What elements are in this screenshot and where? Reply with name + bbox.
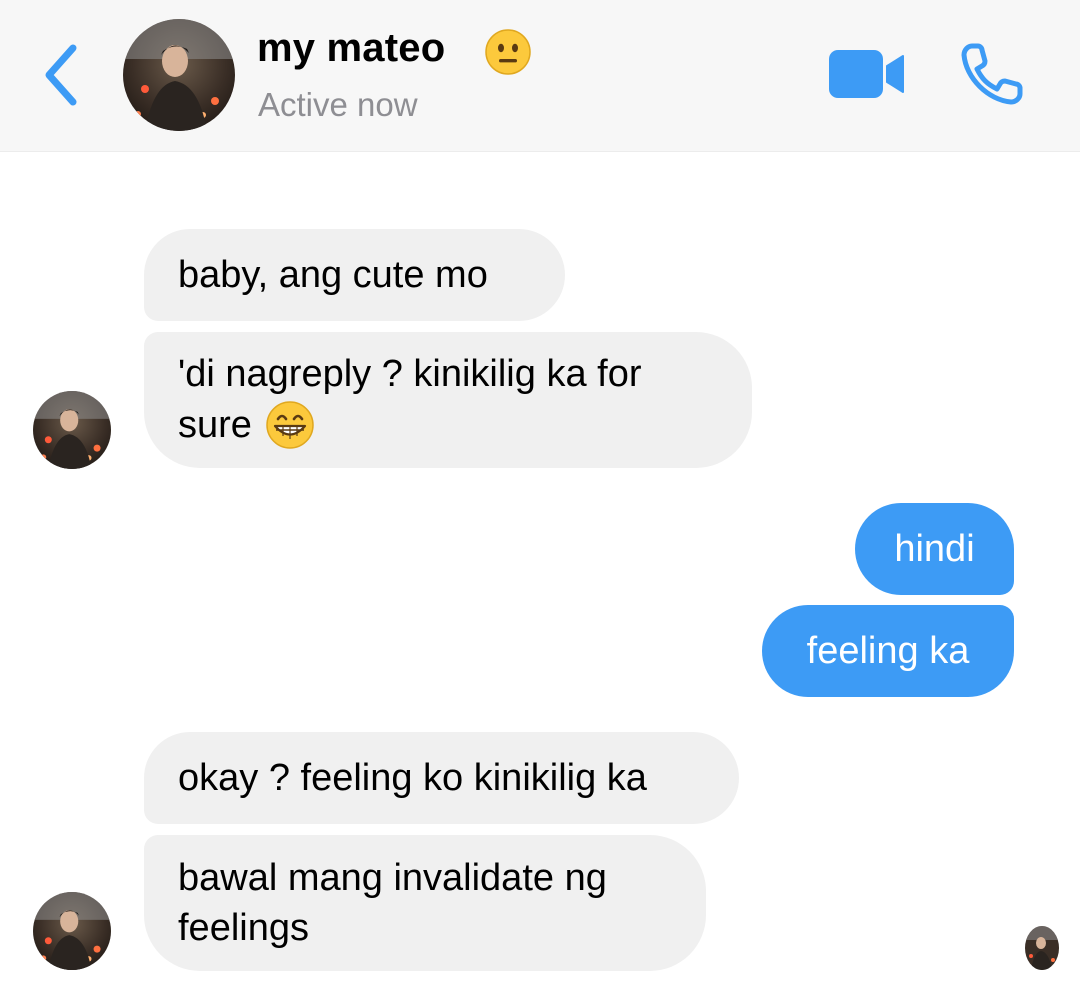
read-receipt-avatar [1025,926,1059,970]
incoming-message-bubble[interactable]: 'di nagreply ? kinikilig ka for sure [144,332,752,468]
grinning-face-emoji-icon [266,401,314,449]
incoming-message-bubble[interactable]: baby, ang cute mo [144,229,565,321]
message-text-line: feelings [178,907,309,949]
contact-status: Active now [258,86,418,123]
chat-screen: my mateo Active now baby, ang cute mo 'd… [0,0,1080,997]
message-text-line: 'di nagreply ? kinikilig ka for [178,353,642,395]
message-text: okay ? feeling ko kinikilig ka [178,757,647,799]
phone-icon [961,43,1023,105]
sender-avatar[interactable] [33,391,111,469]
incoming-message-bubble[interactable]: bawal mang invalidate ng feelings [144,835,706,971]
message-text: hindi [894,528,975,570]
contact-avatar[interactable] [123,19,235,131]
message-text-line-wrap: sure [178,399,316,451]
sender-avatar[interactable] [33,892,111,970]
message-text-line: bawal mang invalidate ng [178,857,607,899]
back-button[interactable] [36,40,86,110]
message-text-line: sure [178,404,252,446]
neutral-face-emoji-icon [485,29,531,75]
contact-name[interactable]: my mateo [257,26,445,71]
chat-header: my mateo Active now [0,0,1080,152]
voice-call-button[interactable] [958,40,1026,108]
outgoing-message-bubble[interactable]: feeling ka [762,605,1014,697]
video-camera-icon [829,50,904,98]
message-text: baby, ang cute mo [178,254,488,296]
video-call-button[interactable] [827,48,905,100]
outgoing-message-bubble[interactable]: hindi [855,503,1014,595]
incoming-message-bubble[interactable]: okay ? feeling ko kinikilig ka [144,732,739,824]
chevron-left-icon [45,44,77,106]
message-text: feeling ka [806,630,970,672]
